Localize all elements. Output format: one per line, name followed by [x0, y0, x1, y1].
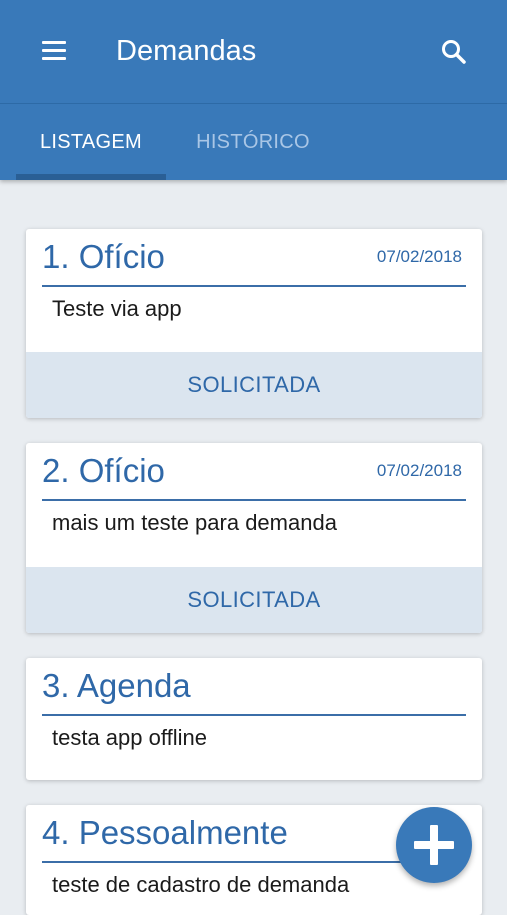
page-title: Demandas: [116, 35, 257, 67]
add-demand-button[interactable]: [396, 807, 472, 883]
demand-title: 4. Pessoalmente: [42, 814, 288, 851]
demand-description: teste de cadastro de demanda: [52, 872, 350, 897]
demand-title: 2. Ofício: [42, 452, 165, 489]
demand-card-1[interactable]: 1. Ofício 07/02/2018 Teste via app SOLIC…: [26, 229, 482, 418]
card-divider: [42, 285, 466, 287]
app-bar: Demandas LISTAGEM HISTÓRICO: [0, 0, 507, 180]
search-button[interactable]: [432, 30, 476, 74]
card-divider: [42, 499, 466, 501]
tab-listagem[interactable]: LISTAGEM: [16, 104, 166, 180]
menu-button[interactable]: [30, 30, 78, 74]
status-badge: SOLICITADA: [26, 567, 482, 633]
card-divider: [42, 714, 466, 716]
toolbar: Demandas: [0, 0, 507, 103]
search-icon: [442, 40, 466, 64]
demand-description: testa app offline: [52, 725, 207, 750]
demand-card-2[interactable]: 2. Ofício 07/02/2018 mais um teste para …: [26, 443, 482, 633]
status-badge: SOLICITADA: [26, 352, 482, 418]
demand-date: 07/02/2018: [376, 461, 462, 480]
demand-description: Teste via app: [52, 296, 182, 321]
demand-title: 1. Ofício: [42, 238, 165, 275]
active-tab-indicator: [16, 174, 166, 180]
demand-description: mais um teste para demanda: [52, 510, 337, 535]
demand-title: 3. Agenda: [42, 667, 191, 704]
demand-card-3[interactable]: 3. Agenda testa app offline: [26, 658, 482, 780]
tab-historico[interactable]: HISTÓRICO: [178, 104, 328, 180]
demand-date: 07/02/2018: [376, 247, 462, 266]
